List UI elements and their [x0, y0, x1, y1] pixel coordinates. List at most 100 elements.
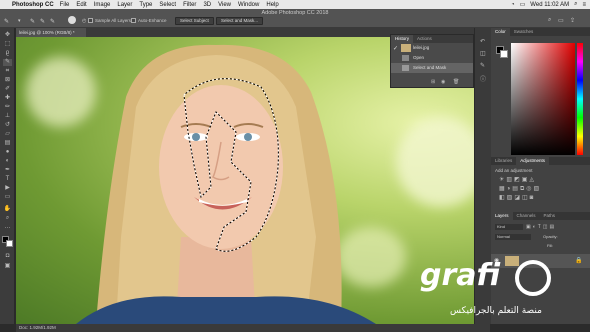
menu-3d[interactable]: 3D — [203, 2, 211, 8]
window-title: Adobe Photoshop CC 2018 — [261, 10, 329, 16]
tab-swatches[interactable]: Swatches — [510, 28, 538, 36]
adjustment-icons-row-1[interactable]: ☀▥◩▣◬ — [499, 176, 536, 183]
tab-channels[interactable]: Channels — [513, 212, 540, 220]
tab-history[interactable]: History — [391, 35, 414, 43]
auto-enhance-label: Auto-Enhance — [138, 18, 167, 23]
wifi-icon[interactable]: ◔ — [511, 2, 515, 8]
eraser-tool-icon[interactable]: ▱ — [3, 131, 12, 138]
menu-filter[interactable]: Filter — [183, 2, 196, 8]
document-size-status: Doc: 1.92M/1.92M — [19, 325, 56, 330]
history-item-select-and-mask[interactable]: Select and Mask — [391, 63, 473, 73]
watermark-logo-ring — [515, 260, 551, 296]
brush-angle-icon[interactable]: ◴ — [82, 18, 86, 24]
background-color-swatch[interactable] — [500, 50, 508, 58]
face — [159, 85, 283, 249]
properties-panel-icon[interactable]: ◫ — [480, 50, 486, 57]
tab-layers[interactable]: Layers — [491, 212, 513, 220]
menu-layer[interactable]: Layer — [117, 2, 132, 8]
dodge-tool-icon[interactable]: ◐ — [3, 158, 12, 165]
history-item-open[interactable]: Open — [391, 53, 473, 63]
menu-edit[interactable]: Edit — [76, 2, 86, 8]
menu-app-name[interactable]: Photoshop CC — [12, 2, 54, 8]
tools-panel: ✥ ⬚ ϱ ✎ ⌗ ⊠ ✐ ✚ ✏ ⊥ ↺ ▱ ▤ ● ◐ ✒ T ▶ ▭ ✋ … — [0, 28, 15, 324]
background-color-swatch[interactable] — [6, 240, 13, 247]
path-selection-tool-icon[interactable]: ▶ — [3, 185, 12, 192]
adjustment-icons-row-2[interactable]: ▦◑▤⧉◎▧ — [499, 185, 541, 193]
screen-mode-icon[interactable]: ▣ — [3, 263, 12, 270]
eyedropper-tool-icon[interactable]: ✐ — [3, 86, 12, 93]
history-item-label: Open — [413, 55, 425, 60]
tab-libraries[interactable]: Libraries — [491, 157, 516, 165]
opacity-label: Opacity: — [543, 234, 558, 239]
history-panel-icon[interactable]: ↶ — [480, 38, 485, 45]
quick-mask-icon[interactable]: ◘ — [3, 253, 12, 260]
menu-image[interactable]: Image — [94, 2, 111, 8]
new-snapshot-icon[interactable]: ◉ — [441, 79, 445, 85]
menu-view[interactable]: View — [218, 2, 231, 8]
history-snapshot[interactable]: ✓ leilei.jpg — [391, 43, 473, 53]
clone-stamp-tool-icon[interactable]: ⊥ — [3, 113, 12, 120]
adjustment-icons-row-3[interactable]: ◧▨◪◫◙ — [499, 194, 535, 201]
marquee-tool-icon[interactable]: ⬚ — [3, 41, 12, 48]
zoom-tool-icon[interactable]: ⌕ — [3, 215, 12, 222]
tab-actions[interactable]: Actions — [413, 35, 436, 43]
shape-tool-icon[interactable]: ▭ — [3, 194, 12, 201]
notification-center-icon[interactable]: ≡ — [582, 2, 586, 8]
share-icon[interactable]: ⇪ — [570, 17, 575, 24]
move-tool-icon[interactable]: ✥ — [3, 32, 12, 39]
healing-brush-tool-icon[interactable]: ✚ — [3, 95, 12, 102]
adjustments-hint: Add an adjustment — [495, 168, 533, 173]
document-tab[interactable]: leilei.jpg @ 100% (RGB/8) * — [16, 28, 86, 37]
search-icon[interactable]: ⌕ — [548, 17, 551, 24]
layer-thumbnail — [505, 256, 519, 266]
battery-icon[interactable]: ▭ — [520, 1, 526, 8]
blur-tool-icon[interactable]: ● — [3, 149, 12, 156]
quick-select-tool-icon[interactable]: ✎ — [3, 59, 12, 66]
brush-tool-icon[interactable]: ✏ — [3, 104, 12, 111]
select-and-mask-button[interactable]: Select and Mask... — [216, 17, 264, 25]
tab-color[interactable]: Color — [491, 28, 510, 36]
history-item-label: leilei.jpg — [413, 45, 430, 50]
more-tools-icon[interactable]: … — [3, 224, 12, 231]
quick-selection-tool-icon[interactable]: ✎ — [4, 18, 9, 25]
brush-size-picker[interactable] — [68, 16, 76, 24]
tool-preset-dropdown-icon[interactable]: ▾ — [18, 18, 21, 24]
menu-type[interactable]: Type — [139, 2, 152, 8]
blend-mode-select[interactable]: Normal — [495, 234, 531, 240]
hand-tool-icon[interactable]: ✋ — [3, 206, 12, 213]
new-selection-icon[interactable]: ✎ — [30, 18, 35, 25]
layer-lock-icon: 🔒 — [575, 258, 583, 264]
delete-state-icon[interactable]: 🗑 — [453, 79, 459, 85]
history-brush-tool-icon[interactable]: ↺ — [3, 122, 12, 129]
menu-help[interactable]: Help — [266, 2, 278, 8]
new-document-from-state-icon[interactable]: ⊞ — [431, 79, 435, 85]
info-panel-icon[interactable]: ⓘ — [480, 74, 486, 83]
brush-settings-icon[interactable]: ✎ — [480, 62, 485, 69]
color-picker-field[interactable] — [511, 43, 575, 155]
spotlight-search-icon[interactable]: ⌕ — [574, 1, 577, 8]
menu-select[interactable]: Select — [159, 2, 176, 8]
select-subject-button[interactable]: Select Subject — [175, 17, 214, 25]
crop-tool-icon[interactable]: ⌗ — [3, 68, 12, 75]
gradient-tool-icon[interactable]: ▤ — [3, 140, 12, 147]
add-to-selection-icon[interactable]: ✎ — [40, 18, 45, 25]
watermark-logo: grafi — [420, 258, 501, 293]
menubar-clock[interactable]: Wed 11:02 AM — [530, 2, 569, 8]
history-item-label: Select and Mask — [413, 65, 447, 70]
tab-paths[interactable]: Paths — [540, 212, 560, 220]
layer-filter-kind[interactable]: Kind — [495, 224, 523, 230]
tab-adjustments[interactable]: Adjustments — [516, 157, 550, 165]
subtract-from-selection-icon[interactable]: ✎ — [50, 18, 55, 25]
pen-tool-icon[interactable]: ✒ — [3, 167, 12, 174]
menu-file[interactable]: File — [60, 2, 70, 8]
lasso-tool-icon[interactable]: ϱ — [3, 50, 12, 57]
auto-enhance-checkbox[interactable] — [131, 18, 136, 23]
workspace-icon[interactable]: ▭ — [558, 17, 564, 24]
layer-filter-icons[interactable]: ▣◐T◫▤ — [526, 224, 556, 230]
frame-tool-icon[interactable]: ⊠ — [3, 77, 12, 84]
menu-window[interactable]: Window — [238, 2, 259, 8]
history-panel: History Actions ✓ leilei.jpg Open Select… — [390, 34, 474, 88]
hue-slider[interactable] — [577, 43, 583, 155]
type-tool-icon[interactable]: T — [3, 176, 12, 183]
sample-all-layers-checkbox[interactable] — [88, 18, 93, 23]
